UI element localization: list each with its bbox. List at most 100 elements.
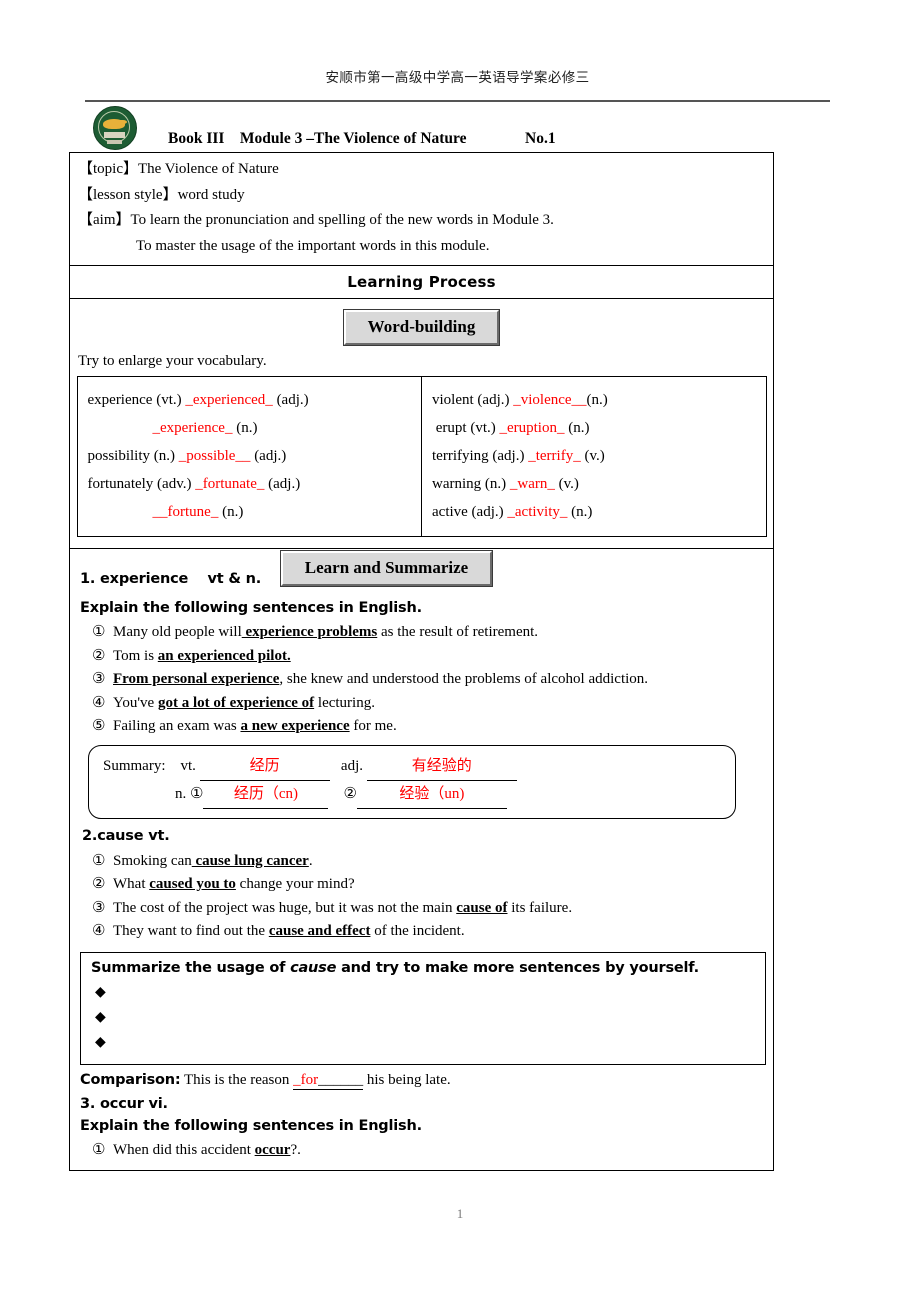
word-answer: _fortunate_ xyxy=(195,476,265,492)
bullet-diamond-icon[interactable]: ◆ xyxy=(81,1005,765,1030)
list-item: ⑤ Failing an exam was a new experience fo… xyxy=(70,715,773,739)
word-pair-row: possibility (n.) _possible__ (adj.) xyxy=(87,448,287,464)
word-pair-row: terrifying (adj.) _terrify_ (v.) xyxy=(432,448,605,464)
header-divider xyxy=(85,100,830,102)
section2-heading: 2.cause vt. xyxy=(82,827,170,844)
word-answer: _eruption_ xyxy=(499,420,565,436)
usage-box-title: Summarize the usage of cause and try to … xyxy=(91,959,699,976)
highlight-phrase: caused you to xyxy=(149,876,236,892)
section3-sentence-list: ① When did this accident occur?. xyxy=(70,1136,773,1163)
topic-block: 【topic】The Violence of Nature 【lesson st… xyxy=(70,153,773,266)
summary-adj-answer[interactable]: 有经验的 xyxy=(366,753,517,781)
bullet-diamond-icon[interactable]: ◆ xyxy=(81,980,765,1005)
learn-and-summarize-button[interactable]: Learn and Summarize xyxy=(280,551,493,586)
comparison-line: Comparison: This is the reason _for_____… xyxy=(80,1071,451,1090)
word-pair-row: erupt (vt.) _eruption_ (n.) xyxy=(432,420,590,436)
worksheet-frame: 【topic】The Violence of Nature 【lesson st… xyxy=(69,152,774,1171)
usage-keyword: cause xyxy=(290,959,337,976)
title-row: Book III Module 3 –The Violence of Natur… xyxy=(85,106,830,150)
word-building-left-column: experience (vt.) _experienced_ (adj.) _e… xyxy=(76,376,422,537)
summary-n-second-answer[interactable]: 经验（un) xyxy=(356,781,507,809)
comparison-label: Comparison: xyxy=(80,1071,181,1088)
main-content-cell: 1. experience vt & n. Learn and Summariz… xyxy=(70,549,773,1171)
word-answer: _possible__ xyxy=(178,448,251,464)
highlight-phrase: experience problems xyxy=(241,624,378,640)
school-emblem-icon xyxy=(93,106,137,150)
list-item: ① Smoking can cause lung cancer. xyxy=(70,850,773,874)
word-building-button[interactable]: Word-building xyxy=(343,310,500,345)
learning-process-title: Learning Process xyxy=(70,266,773,299)
highlight-phrase: an experienced pilot. xyxy=(157,647,291,664)
highlight-phrase: a new experience xyxy=(240,718,350,734)
word-pair-row: warning (n.) _warn_ (v.) xyxy=(432,476,579,492)
highlight-phrase: occur xyxy=(254,1141,291,1158)
list-number: ① xyxy=(92,624,106,640)
highlight-phrase: got a lot of experience of xyxy=(157,694,315,711)
word-building-button-wrap: Word-building xyxy=(70,299,773,345)
list-number: ④ xyxy=(92,694,106,711)
list-item: ① When did this accident occur?. xyxy=(70,1139,773,1163)
summary-adj-label: adj. xyxy=(340,757,363,774)
word-building-lead: Try to enlarge your vocabulary. xyxy=(78,353,267,369)
topic-line: 【topic】The Violence of Nature xyxy=(78,161,279,177)
summary-vt-answer[interactable]: 经历 xyxy=(199,753,330,781)
section3-explain-label: Explain the following sentences in Engli… xyxy=(80,1117,422,1134)
list-item: ④ They want to find out the cause and eff… xyxy=(70,920,773,944)
running-header: 安顺市第一高级中学高一英语导学案必修三 xyxy=(325,70,590,86)
list-number: ① xyxy=(92,1141,106,1158)
word-building-section: Word-building Try to enlarge your vocabu… xyxy=(70,299,773,549)
word-answer: _experienced_ xyxy=(185,392,273,408)
section1-explain-label: Explain the following sentences in Engli… xyxy=(80,600,422,616)
word-building-right-column: violent (adj.) _violence__(n.) erupt (vt… xyxy=(421,376,767,537)
list-item: ③ From personal experience, she knew and … xyxy=(70,668,773,692)
list-number: ② xyxy=(92,647,106,664)
aim-line-2: To master the usage of the important wor… xyxy=(136,237,490,254)
list-item: ① Many old people will experience problem… xyxy=(70,621,773,645)
section3-heading: 3. occur vi. xyxy=(80,1095,168,1112)
summary-n-first-answer[interactable]: 经历（cn) xyxy=(203,781,329,809)
word-pair-row: active (adj.) _activity_ (n.) xyxy=(432,504,593,520)
summary-line-2: n. ① 经历（cn) ② 经验（un) xyxy=(89,781,735,809)
word-pair-row: experience (vt.) _experienced_ (adj.) xyxy=(87,392,309,408)
section1-sentence-list: ① Many old people will experience problem… xyxy=(70,618,773,739)
word-pair-row: __fortune_ (n.) xyxy=(152,504,244,520)
summary-n-label: n. xyxy=(175,785,187,802)
word-pair-row: _experience_ (n.) xyxy=(152,420,258,436)
bullet-diamond-icon[interactable]: ◆ xyxy=(81,1030,765,1055)
usage-summary-box: Summarize the usage of cause and try to … xyxy=(80,951,766,1065)
summary-n-second-num: ② xyxy=(343,785,357,802)
list-number: ③ xyxy=(92,899,106,916)
word-answer: _terrify_ xyxy=(528,448,581,464)
learn-summarize-button-wrap: Learn and Summarize xyxy=(70,551,773,586)
aim-line: 【aim】To learn the pronunciation and spel… xyxy=(78,212,554,228)
list-item: ② Tom is an experienced pilot. xyxy=(70,645,773,669)
word-answer: __fortune_ xyxy=(152,504,219,520)
summary-vt-label: vt. xyxy=(180,757,196,774)
highlight-phrase: From personal experience xyxy=(113,671,280,687)
highlight-phrase: cause lung cancer xyxy=(191,852,309,869)
list-item: ④ You've got a lot of experience of lectu… xyxy=(70,692,773,716)
list-item: ③ The cost of the project was huge, but i… xyxy=(70,897,773,921)
list-number: ① xyxy=(92,852,106,869)
list-number: ⑤ xyxy=(92,718,106,734)
list-number: ② xyxy=(92,876,106,892)
list-item: ② What caused you to change your mind? xyxy=(70,873,773,897)
document-page: 安顺市第一高级中学高一英语导学案必修三 Book III Module 3 –T… xyxy=(0,0,920,1302)
comparison-blank[interactable]: ______ xyxy=(318,1072,364,1090)
comparison-answer[interactable]: _for xyxy=(293,1072,319,1090)
book-title: Book III Module 3 –The Violence of Natur… xyxy=(168,130,467,147)
summary-line-1: Summary: vt. 经历 adj. 有经验的 xyxy=(89,753,735,781)
lesson-number: No.1 xyxy=(525,130,556,147)
section1-header-row: 1. experience vt & n. Learn and Summariz… xyxy=(70,549,773,597)
page-number: 1 xyxy=(456,1206,464,1221)
highlight-phrase: cause and effect xyxy=(268,923,371,939)
word-pair-row: violent (adj.) _violence__(n.) xyxy=(432,392,608,408)
summary-label: Summary: xyxy=(103,757,166,774)
word-answer: _experience_ xyxy=(152,420,233,436)
word-building-table: experience (vt.) _experienced_ (adj.) _e… xyxy=(76,376,767,537)
highlight-phrase: cause of xyxy=(456,899,508,916)
list-number: ④ xyxy=(92,923,106,939)
word-answer: _violence__ xyxy=(513,392,587,408)
section2-sentence-list: ① Smoking can cause lung cancer. ② What ca… xyxy=(70,847,773,944)
word-pair-row: fortunately (adv.) _fortunate_ (adj.) xyxy=(87,476,301,492)
